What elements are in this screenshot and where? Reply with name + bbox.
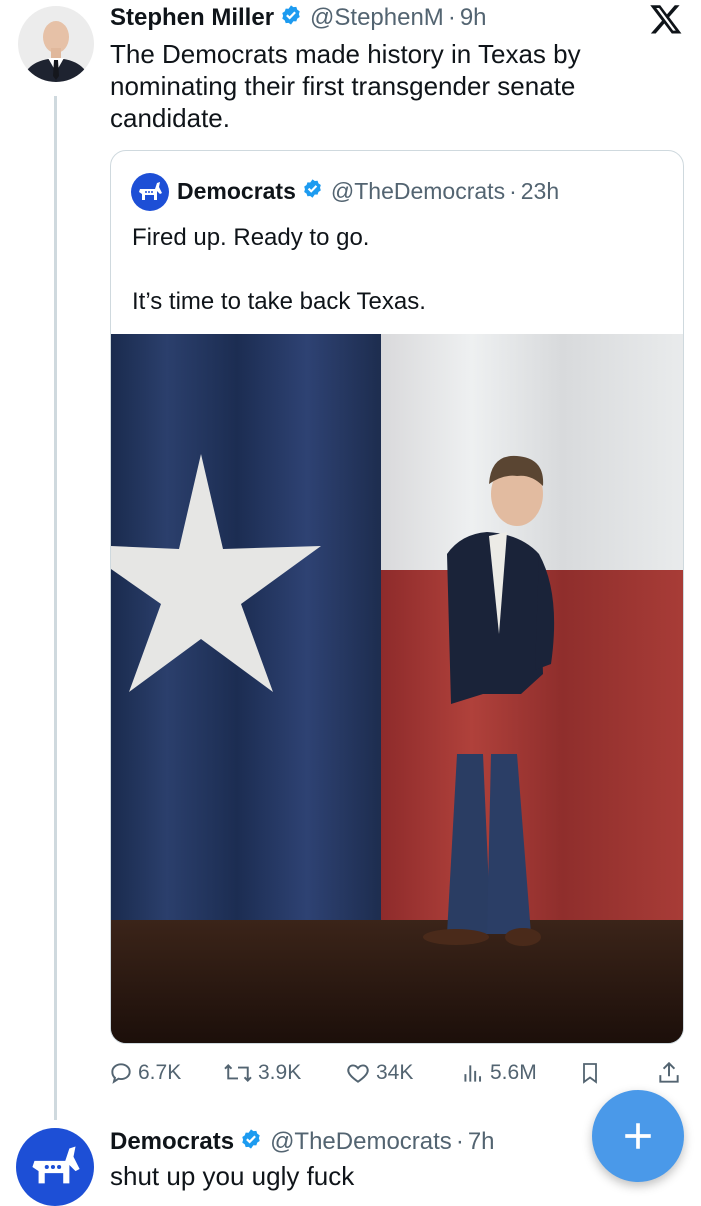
verified-badge-icon: [302, 178, 323, 205]
x-logo-icon[interactable]: [649, 2, 683, 36]
reply-tweet-header: Democrats @TheDemocrats · 7h: [110, 1126, 495, 1158]
quoted-author-handle[interactable]: @TheDemocrats: [331, 178, 505, 205]
author-handle[interactable]: @StephenM: [310, 4, 444, 32]
main-tweet-text-line: candidate.: [110, 103, 230, 133]
quoted-tweet-timestamp[interactable]: 23h: [521, 178, 559, 205]
like-button[interactable]: 34K: [344, 1060, 413, 1086]
like-icon: [347, 1064, 369, 1083]
views-count: 5.6M: [490, 1061, 537, 1084]
reply-author-name[interactable]: Democrats: [110, 1128, 234, 1156]
main-tweet-text-line: nominating their first transgender senat…: [110, 71, 576, 101]
repost-button[interactable]: 3.9K: [222, 1060, 301, 1086]
reply-count: 6.7K: [138, 1061, 182, 1084]
repost-icon: [224, 1064, 252, 1082]
donkey-logo-icon: [131, 173, 169, 211]
compose-button[interactable]: [592, 1090, 684, 1182]
reply-tweet-text: shut up you ugly fuck: [110, 1161, 355, 1191]
views-icon: [464, 1065, 482, 1082]
author-avatar[interactable]: [18, 6, 94, 82]
main-tweet-header: Stephen Miller @StephenM · 9h: [110, 2, 487, 34]
main-tweet-text-line: The Democrats made history in Texas by: [110, 39, 581, 69]
separator-dot: ·: [509, 177, 517, 204]
quoted-tweet-text-line: Fired up. Ready to go.: [132, 224, 370, 251]
views-button[interactable]: 5.6M: [460, 1060, 537, 1086]
reply-icon: [111, 1063, 131, 1084]
verified-badge-icon: [280, 4, 302, 33]
tweet-actions-bar: 6.7K 3.9K 34K 5.6M: [108, 1060, 688, 1094]
reply-button[interactable]: 6.7K: [108, 1060, 181, 1086]
quoted-author-name[interactable]: Democrats: [177, 178, 296, 205]
separator-dot: ·: [455, 1128, 464, 1155]
bookmark-icon: [583, 1063, 597, 1084]
quoted-tweet-text-line: It’s time to take back Texas.: [132, 288, 426, 315]
main-tweet-text: The Democrats made history in Texas by n…: [110, 38, 581, 134]
verified-badge-icon: [240, 1128, 262, 1157]
reply-author-handle[interactable]: @TheDemocrats: [270, 1128, 452, 1156]
quoted-tweet-card[interactable]: Democrats @TheDemocrats · 23h Fired up. …: [110, 150, 684, 1044]
reply-author-avatar[interactable]: [16, 1128, 94, 1206]
compose-plus-icon: [625, 1123, 651, 1149]
reply-timestamp[interactable]: 7h: [468, 1128, 495, 1156]
thread-connector-line: [54, 96, 57, 1120]
bookmark-button[interactable]: [578, 1060, 606, 1086]
quoted-tweet-photo[interactable]: [111, 334, 683, 1043]
tweet-timestamp[interactable]: 9h: [460, 4, 487, 32]
like-count: 34K: [376, 1061, 414, 1084]
share-icon: [659, 1061, 679, 1083]
repost-count: 3.9K: [258, 1061, 302, 1084]
donkey-logo-icon: [32, 1146, 80, 1184]
separator-dot: ·: [447, 4, 456, 31]
quoted-tweet-header: Democrats @TheDemocrats · 23h: [177, 175, 559, 207]
share-button[interactable]: [656, 1060, 686, 1086]
author-name[interactable]: Stephen Miller: [110, 4, 274, 32]
